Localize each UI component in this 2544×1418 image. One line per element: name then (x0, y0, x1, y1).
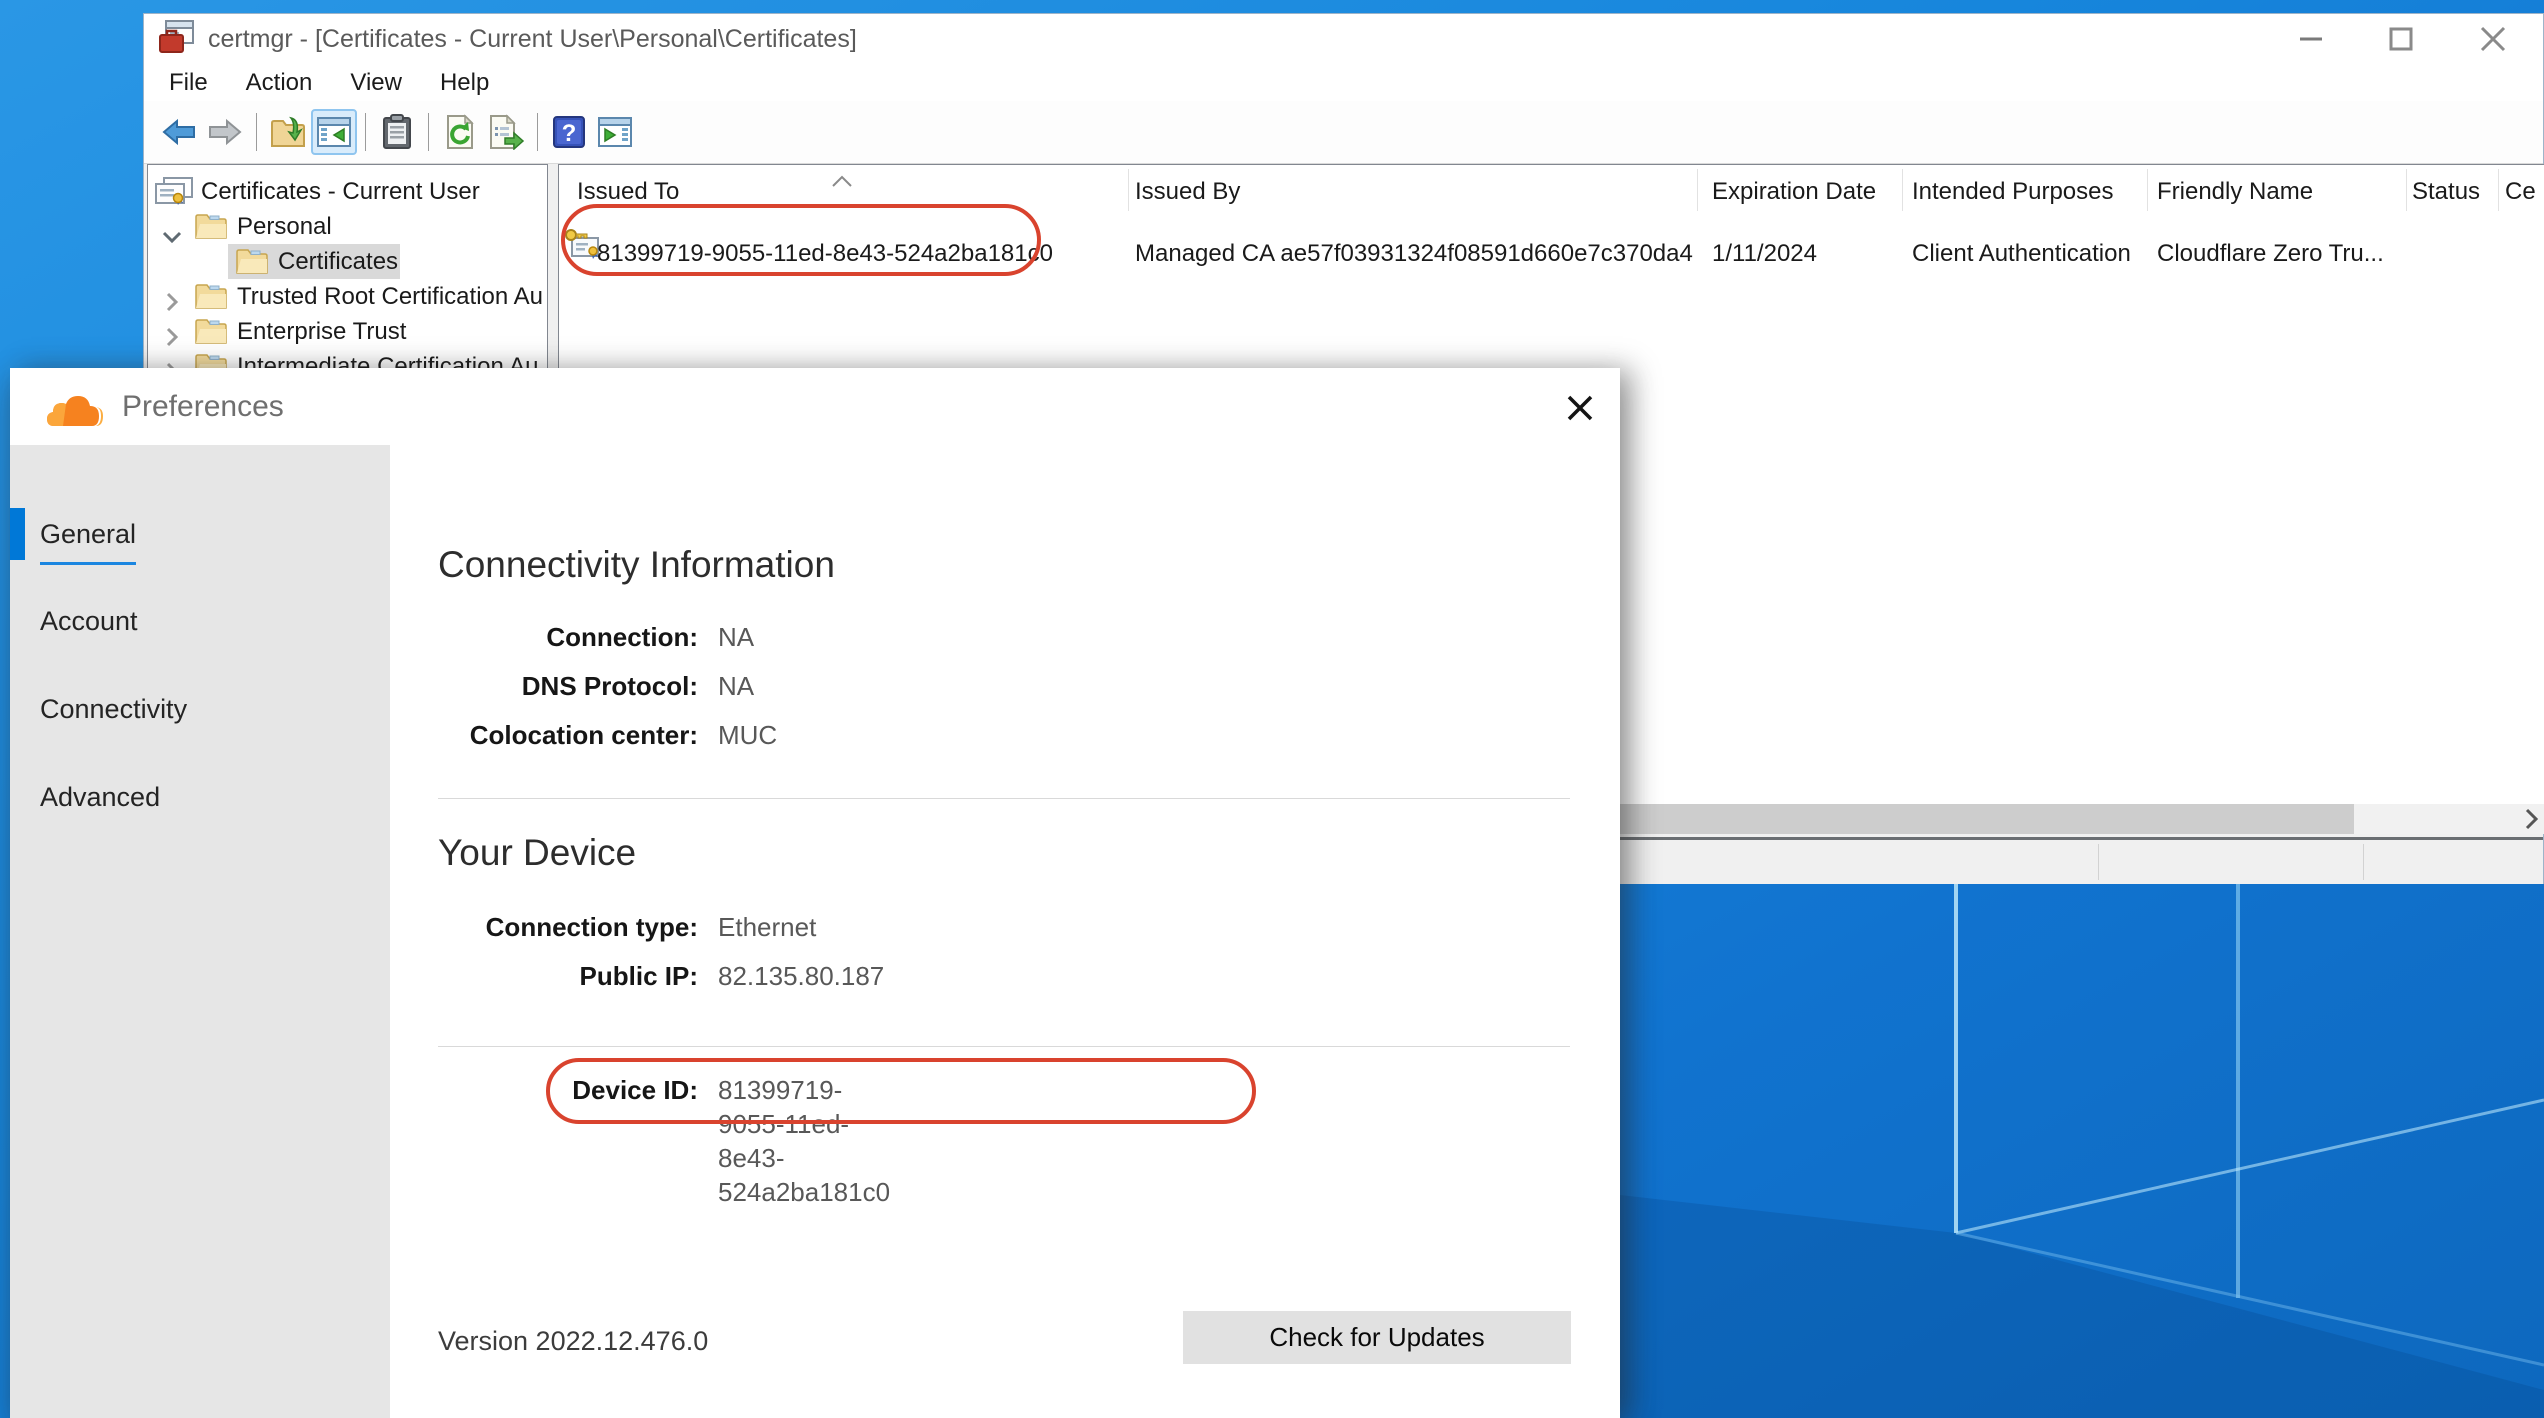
sort-ascending-icon (830, 167, 854, 195)
annotation-oval-certificate (561, 204, 1041, 276)
column-separator[interactable] (1697, 169, 1698, 211)
forward-icon[interactable] (202, 109, 248, 155)
tree-item-label: Certificates (278, 244, 398, 279)
selected-indicator-bar (10, 508, 25, 560)
check-for-updates-button[interactable]: Check for Updates (1183, 1311, 1571, 1364)
column-header-issued-by[interactable]: Issued By (1135, 178, 1240, 206)
show-hide-console-tree-icon[interactable] (311, 109, 357, 155)
column-separator[interactable] (1902, 169, 1903, 211)
column-separator[interactable] (2498, 169, 2499, 211)
preferences-sidebar: General Account Connectivity Advanced (10, 445, 390, 1418)
preferences-header: Preferences (10, 368, 1620, 445)
status-bar-separator (2363, 844, 2364, 880)
menu-file[interactable]: File (150, 69, 227, 97)
annotation-oval-device-id (546, 1058, 1256, 1124)
minimize-button[interactable] (2283, 14, 2339, 64)
toolbar: ? (144, 101, 2543, 164)
tree-item-label: Certificates - Current User (201, 174, 480, 209)
certmgr-app-icon (158, 19, 196, 60)
help-icon[interactable]: ? (546, 109, 592, 155)
column-header-status[interactable]: Status (2412, 178, 2480, 206)
cell-friendly-name: Cloudflare Zero Tru... (2157, 236, 2384, 271)
refresh-icon[interactable] (437, 109, 483, 155)
preferences-dialog: Preferences General Account Connectivity… (10, 368, 1620, 1418)
sidebar-item-general[interactable]: General (10, 508, 390, 560)
menu-view[interactable]: View (331, 69, 421, 97)
svg-text:?: ? (562, 120, 577, 147)
show-hide-action-pane-icon[interactable] (592, 109, 638, 155)
tree-item-trusted-root[interactable]: Trusted Root Certification Au (148, 279, 547, 314)
close-button[interactable] (2465, 14, 2521, 64)
toolbar-separator (537, 113, 538, 151)
section-heading-connectivity: Connectivity Information (438, 544, 835, 586)
export-list-icon[interactable] (483, 109, 529, 155)
sidebar-item-connectivity[interactable]: Connectivity (10, 683, 390, 735)
tree-item-label: Enterprise Trust (237, 314, 406, 349)
sidebar-item-advanced[interactable]: Advanced (10, 771, 390, 823)
column-separator[interactable] (2406, 169, 2407, 211)
cell-expiration-date: 1/11/2024 (1712, 236, 1817, 271)
tree-item-label: Trusted Root Certification Au (237, 279, 543, 314)
menu-help[interactable]: Help (421, 69, 508, 97)
dialog-title: Preferences (122, 390, 284, 424)
tree-item-label: Personal (237, 209, 332, 244)
column-header-friendly-name[interactable]: Friendly Name (2157, 178, 2313, 206)
sidebar-item-account[interactable]: Account (10, 595, 390, 647)
section-divider (438, 798, 1570, 799)
toolbar-separator (256, 113, 257, 151)
window-title: certmgr - [Certificates - Current User\P… (208, 25, 857, 54)
menu-bar: File Action View Help (144, 64, 2543, 101)
tree-item-personal[interactable]: Personal (148, 209, 547, 244)
section-heading-your-device: Your Device (438, 832, 636, 874)
status-bar-separator (2098, 844, 2099, 880)
tree-item-root[interactable]: Certificates - Current User (148, 174, 547, 209)
column-header-intended-purposes[interactable]: Intended Purposes (1912, 178, 2113, 206)
back-icon[interactable] (156, 109, 202, 155)
clipboard-icon[interactable] (374, 109, 420, 155)
cell-intended-purposes: Client Authentication (1912, 236, 2131, 271)
toolbar-separator (428, 113, 429, 151)
menu-action[interactable]: Action (227, 69, 332, 97)
up-one-level-icon[interactable] (265, 109, 311, 155)
maximize-button[interactable] (2373, 14, 2429, 64)
tree-item-enterprise-trust[interactable]: Enterprise Trust (148, 314, 547, 349)
cell-issued-by: Managed CA ae57f03931324f08591d660e7c370… (1135, 236, 1693, 271)
toolbar-separator (365, 113, 366, 151)
dialog-close-icon[interactable] (1550, 378, 1610, 438)
column-header-issued-to[interactable]: Issued To (577, 178, 679, 206)
column-separator[interactable] (2147, 169, 2148, 211)
column-header-expiration-date[interactable]: Expiration Date (1712, 178, 1876, 206)
preferences-content: Connectivity Information Connection: NA … (390, 445, 1620, 1418)
column-separator[interactable] (1128, 169, 1129, 211)
column-header-certificate-template[interactable]: Ce (2505, 178, 2536, 206)
title-bar[interactable]: certmgr - [Certificates - Current User\P… (144, 14, 2543, 64)
scroll-right-icon[interactable] (2523, 807, 2539, 836)
section-divider (438, 1046, 1570, 1047)
version-text: Version 2022.12.476.0 (438, 1326, 708, 1357)
cloudflare-logo-icon (46, 390, 110, 435)
tree-item-certificates[interactable]: Certificates (148, 244, 547, 279)
